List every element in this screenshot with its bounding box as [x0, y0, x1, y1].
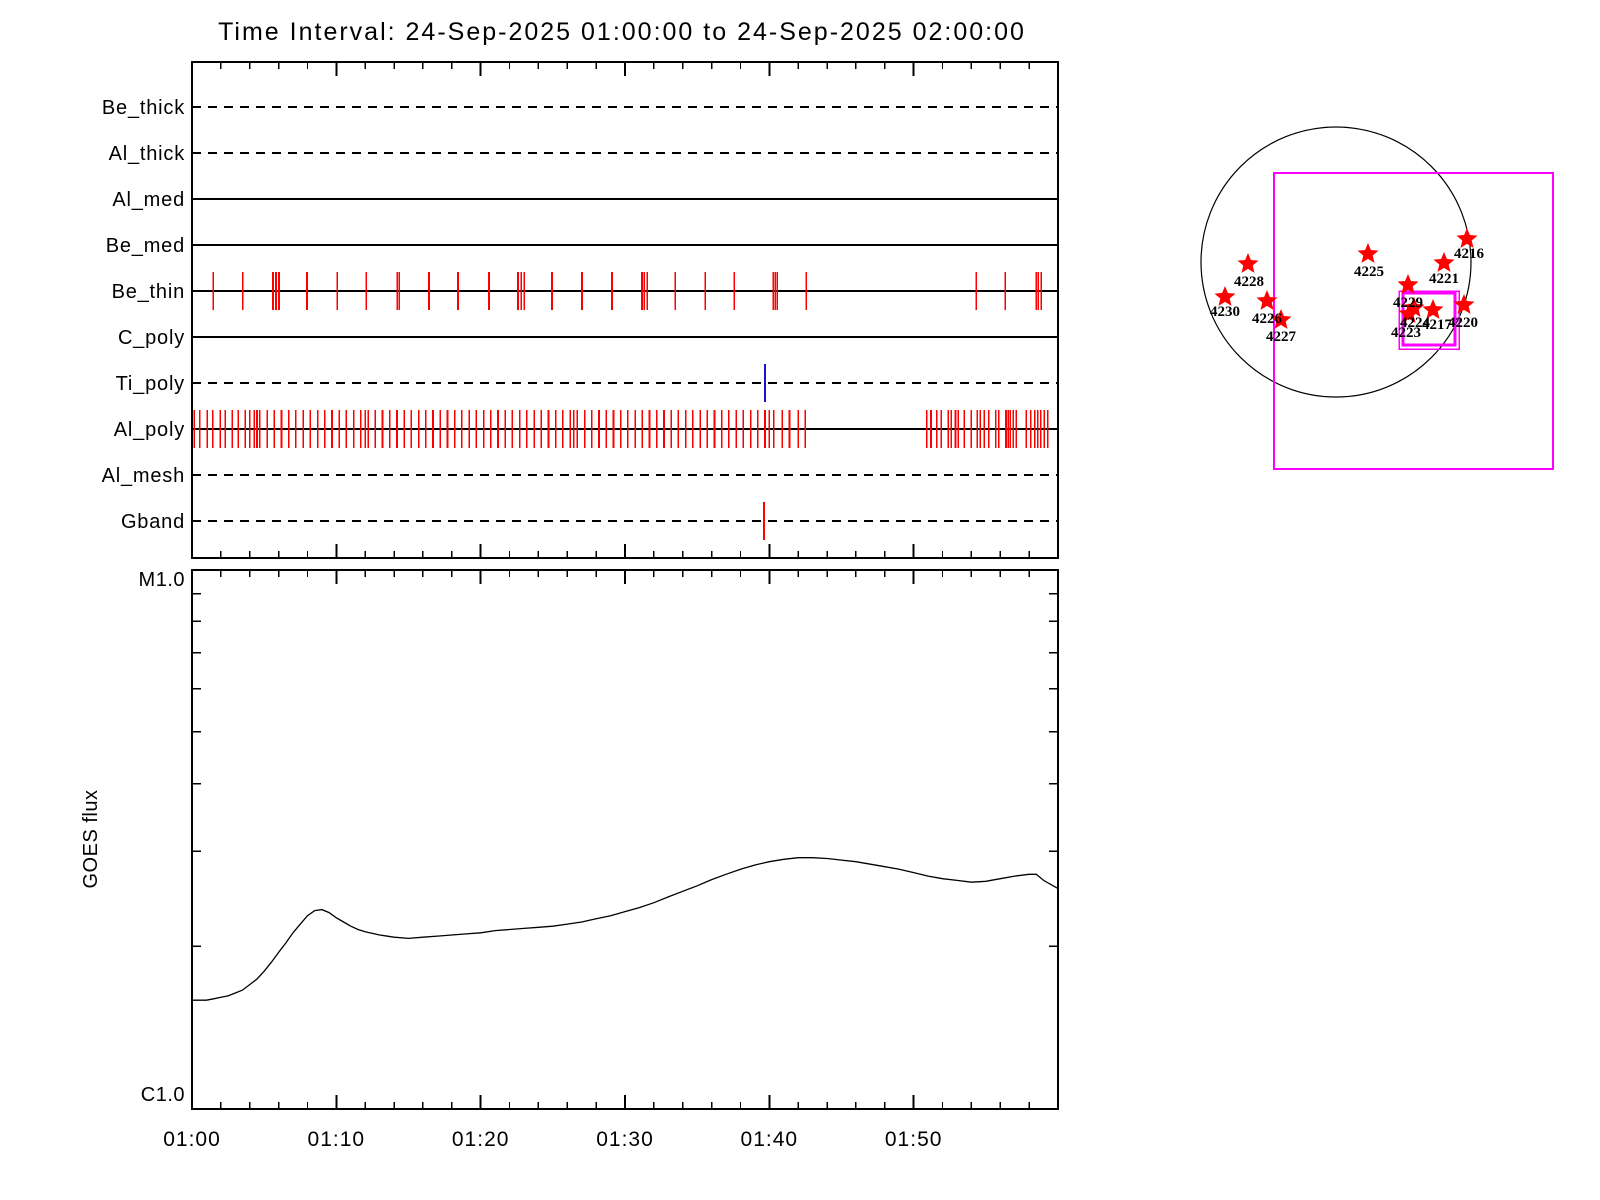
goes-xtick-label: 01:20	[452, 1128, 510, 1151]
active-region-star	[1237, 253, 1259, 273]
active-region-star	[1453, 294, 1475, 314]
active-region-label: 4216	[1454, 246, 1485, 262]
active-region-star	[1214, 286, 1236, 306]
filter-row-label: Al_mesh	[102, 465, 185, 487]
plot-svg: Time Interval: 24-Sep-2025 01:00:00 to 2…	[80, 18, 1554, 1151]
filter-row-label: C_poly	[118, 327, 185, 349]
active-region-label: 4230	[1210, 304, 1240, 320]
goes-xtick-label: 01:40	[741, 1128, 799, 1151]
filter-row-label: Be_thin	[112, 281, 185, 303]
timeline-frame	[191, 61, 1059, 559]
goes-ytick-top-label: M1.0	[139, 569, 185, 591]
active-region-star	[1433, 252, 1455, 272]
active-region-label: 4220	[1448, 315, 1478, 331]
active-region-label: 4221	[1429, 271, 1459, 287]
goes-ytick-bottom-label: C1.0	[141, 1084, 185, 1106]
filter-row-label: Be_thick	[102, 97, 185, 119]
active-region-label: 4223	[1391, 325, 1421, 341]
active-region-label: 4228	[1234, 274, 1264, 290]
active-region-label: 4227	[1266, 329, 1297, 345]
active-region-label: 4226	[1252, 311, 1283, 327]
goes-flux-panel: M1.0 C1.0 GOES flux 01:00 01:10 01:20 01:30…	[80, 569, 1059, 1151]
filter-row-label: Al_thick	[109, 143, 186, 165]
goes-xtick-label: 01:30	[596, 1128, 654, 1151]
screenshot-root: Time Interval: 24-Sep-2025 01:00:00 to 2…	[0, 0, 1600, 1200]
filter-row-label: Al_med	[112, 189, 185, 211]
goes-xtick-label: 01:10	[308, 1128, 366, 1151]
active-region-star	[1456, 228, 1478, 248]
filter-row-label: Be_med	[106, 235, 185, 257]
goes-frame	[191, 569, 1059, 1110]
goes-flux-curve	[192, 857, 1059, 1001]
solar-disk-map: 42164221422542284230 42264227422942244223…	[1200, 126, 1554, 470]
exposure-timeline-panel: Be_thick Al_thick Al_med Be_med Be_thin C_pol…	[102, 61, 1059, 559]
active-region-label: 4225	[1354, 264, 1384, 280]
goes-xtick-label: 01:00	[163, 1128, 221, 1151]
active-region-label: 4229	[1393, 295, 1423, 311]
active-region-star	[1357, 243, 1379, 263]
page-title: Time Interval: 24-Sep-2025 01:00:00 to 2…	[218, 18, 1026, 46]
goes-xtick-label: 01:50	[885, 1128, 943, 1151]
goes-y-axis-title: GOES flux	[80, 790, 102, 889]
filter-row-label: Al_poly	[114, 419, 185, 441]
filter-row-label: Gband	[121, 511, 185, 533]
filter-row-label: Ti_poly	[116, 373, 185, 395]
